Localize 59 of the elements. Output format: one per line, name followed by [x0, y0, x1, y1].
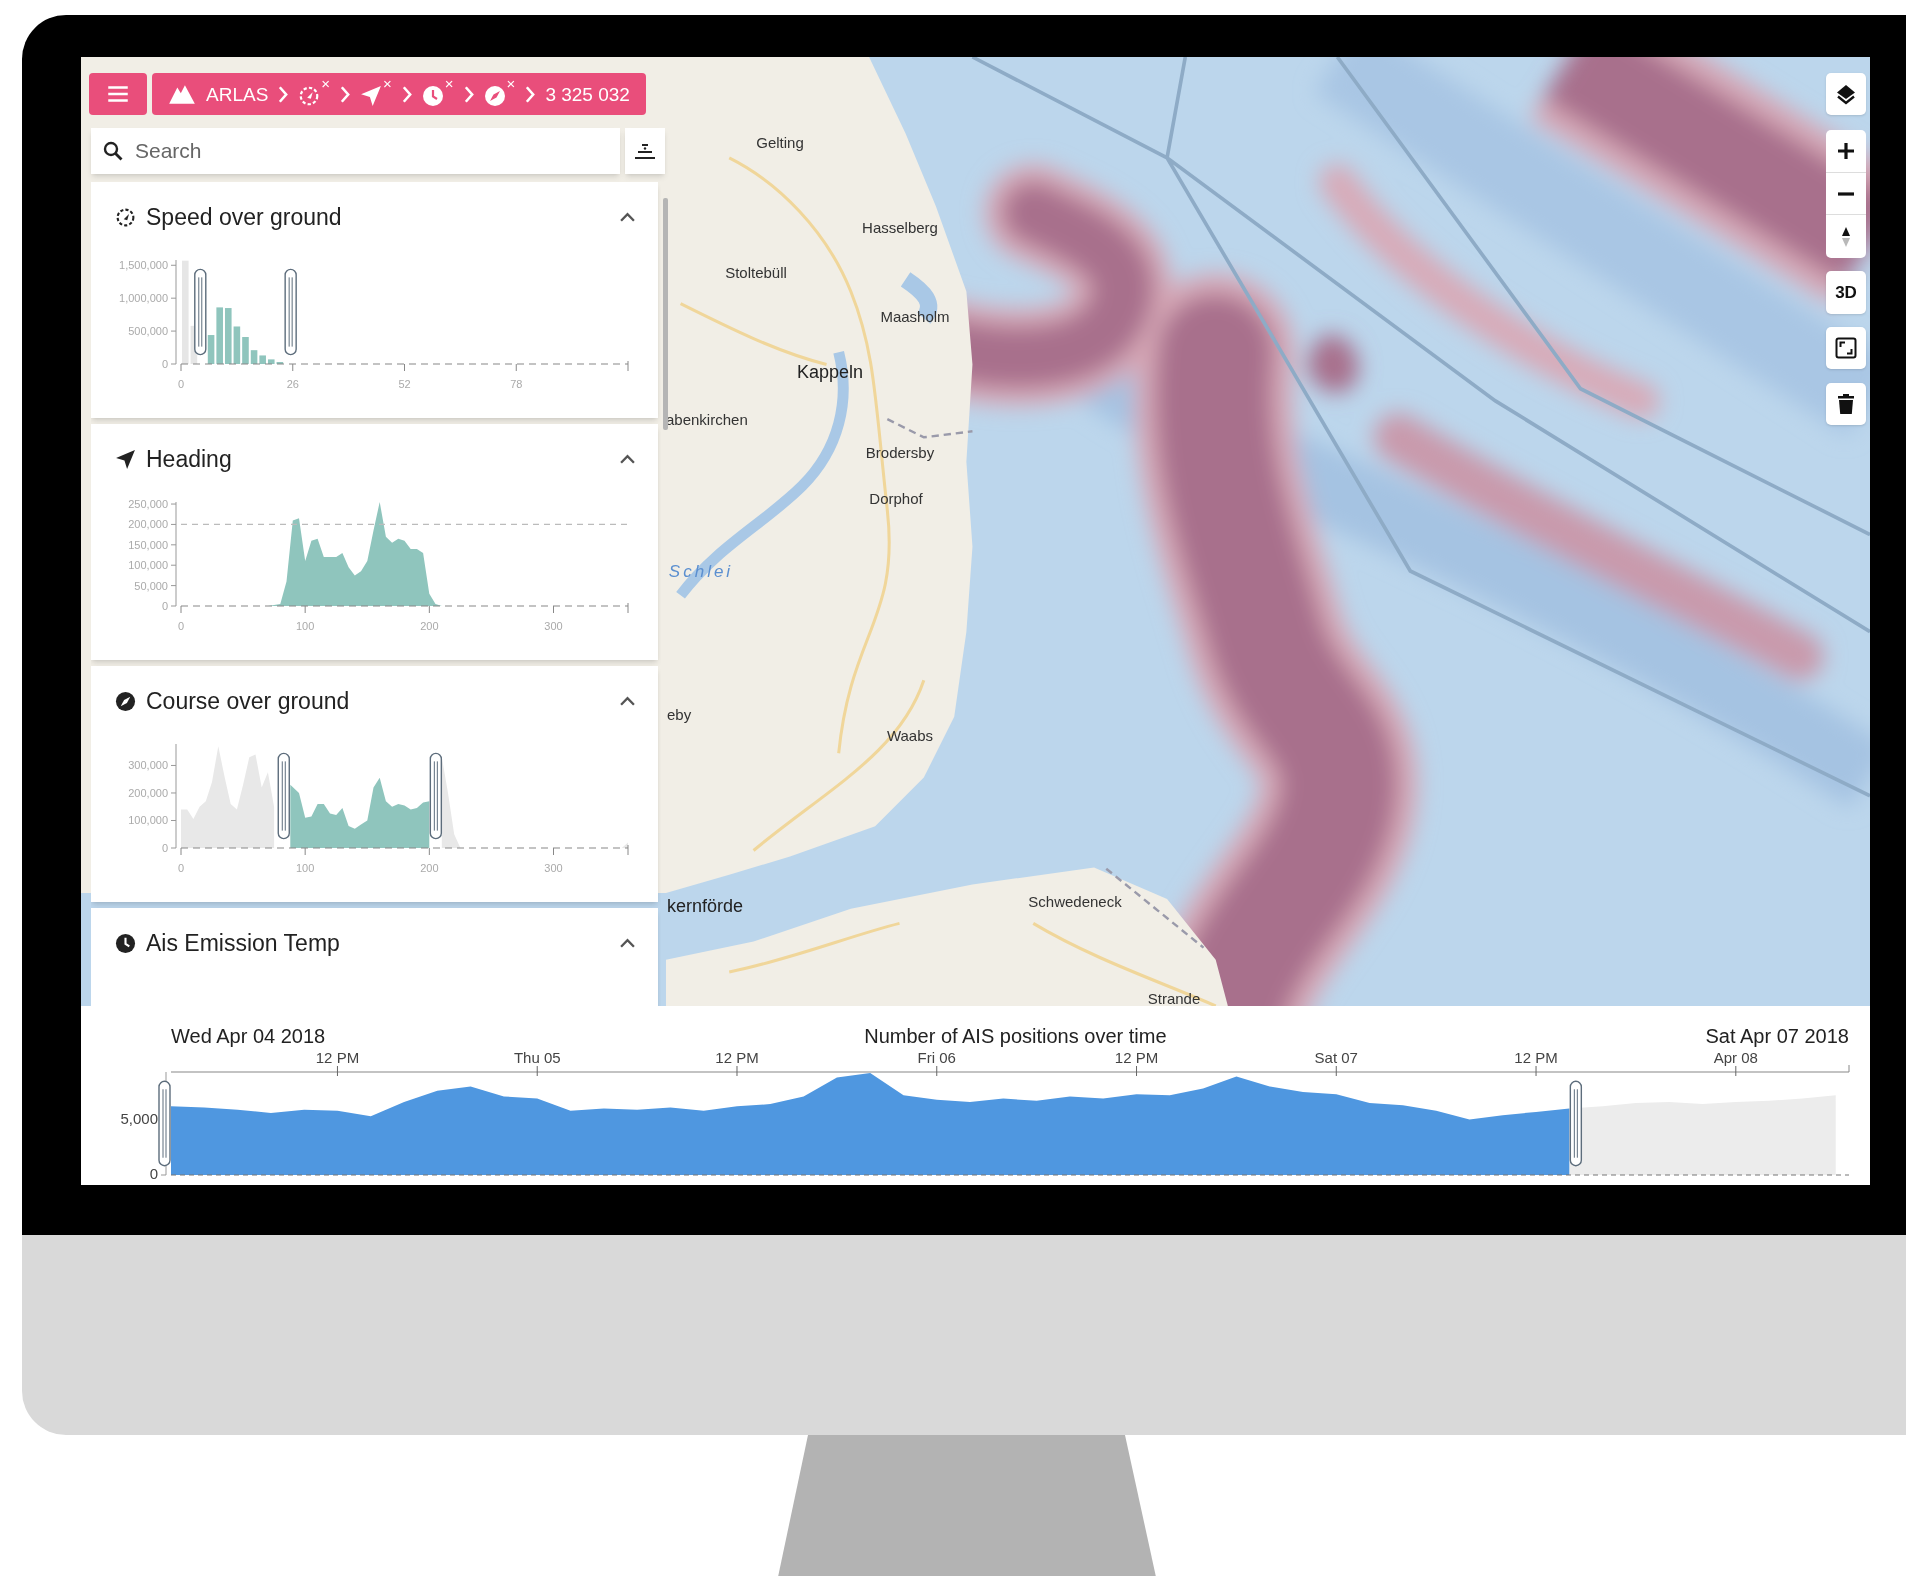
panel-title: Heading	[146, 447, 232, 471]
place-label: Schwedeneck	[1028, 893, 1122, 909]
place-label: Kappeln	[796, 363, 864, 381]
tick-label: 150,000	[128, 538, 168, 551]
place-label: eby	[667, 706, 692, 722]
tick-label: 1,000,000	[119, 292, 168, 305]
tick-label: 100,000	[128, 814, 168, 827]
tick-label: Sat 07	[1314, 1049, 1358, 1066]
tick-label: 500,000	[128, 325, 168, 338]
panel-title: Course over ground	[146, 689, 350, 713]
tick-label: 200,000	[128, 518, 168, 531]
tick-label: 50,000	[134, 579, 168, 592]
tick-label: 78	[510, 378, 523, 390]
tick-label: Apr 08	[1713, 1049, 1758, 1066]
tick-label: 5,000	[120, 1109, 158, 1127]
tick-label: 200	[420, 862, 439, 874]
tick-label: Thu 05	[513, 1049, 561, 1066]
place-label: kernförde	[667, 897, 744, 915]
tick-label: 300	[544, 620, 563, 632]
tick-label: 0	[177, 378, 185, 390]
end-date: Sat Apr 07 2018	[1705, 1026, 1849, 1046]
tick-label: 12 PM	[1114, 1049, 1159, 1066]
tick-label: 0	[149, 1165, 158, 1182]
tick-label: 52	[398, 378, 411, 390]
tick-label: 200	[420, 620, 439, 632]
tick-label: 0	[161, 358, 168, 370]
tick-label: 0	[177, 862, 185, 874]
result-count: 3 325 032	[545, 84, 630, 104]
tick-label: 100	[296, 620, 315, 632]
place-label: Dorphof	[869, 490, 923, 506]
tick-label: 12 PM	[315, 1049, 360, 1066]
tick-label: Fri 06	[917, 1049, 956, 1066]
place-label: Stoltebüll	[725, 264, 787, 280]
tick-label: 1,500,000	[119, 259, 168, 272]
tick-label: 100,000	[128, 559, 168, 572]
tick-label: 12 PM	[1514, 1049, 1558, 1066]
tick-label: 0	[161, 842, 168, 854]
tick-label: 0	[177, 620, 185, 632]
place-label: Brodersby	[865, 444, 935, 460]
tick-label: 100	[296, 862, 315, 874]
tick-label: 250,000	[128, 498, 168, 511]
start-date: Wed Apr 04 2018	[171, 1026, 326, 1046]
tick-label: 0	[161, 600, 168, 612]
tick-label: 300,000	[128, 759, 168, 772]
place-label: Hasselberg	[862, 219, 938, 235]
tick-label: 200,000	[128, 786, 168, 799]
place-label: Maasholm	[880, 308, 950, 324]
place-label: Waabs	[886, 727, 934, 743]
tick-label: 26	[286, 378, 299, 390]
chart-title: Number of AIS positions over time	[864, 1026, 1167, 1046]
app-name: ARLAS	[206, 84, 269, 104]
tick-label: 300	[544, 862, 563, 874]
place-label: Strande	[1147, 990, 1201, 1006]
place-label: Gelting	[756, 134, 804, 150]
water-label: Schlei	[668, 562, 734, 580]
tick-label: 12 PM	[715, 1049, 759, 1066]
panel-title: Speed over ground	[146, 205, 342, 229]
panel-title: Ais Emission Temp	[146, 931, 340, 955]
place-label: abenkirchen	[666, 411, 748, 427]
